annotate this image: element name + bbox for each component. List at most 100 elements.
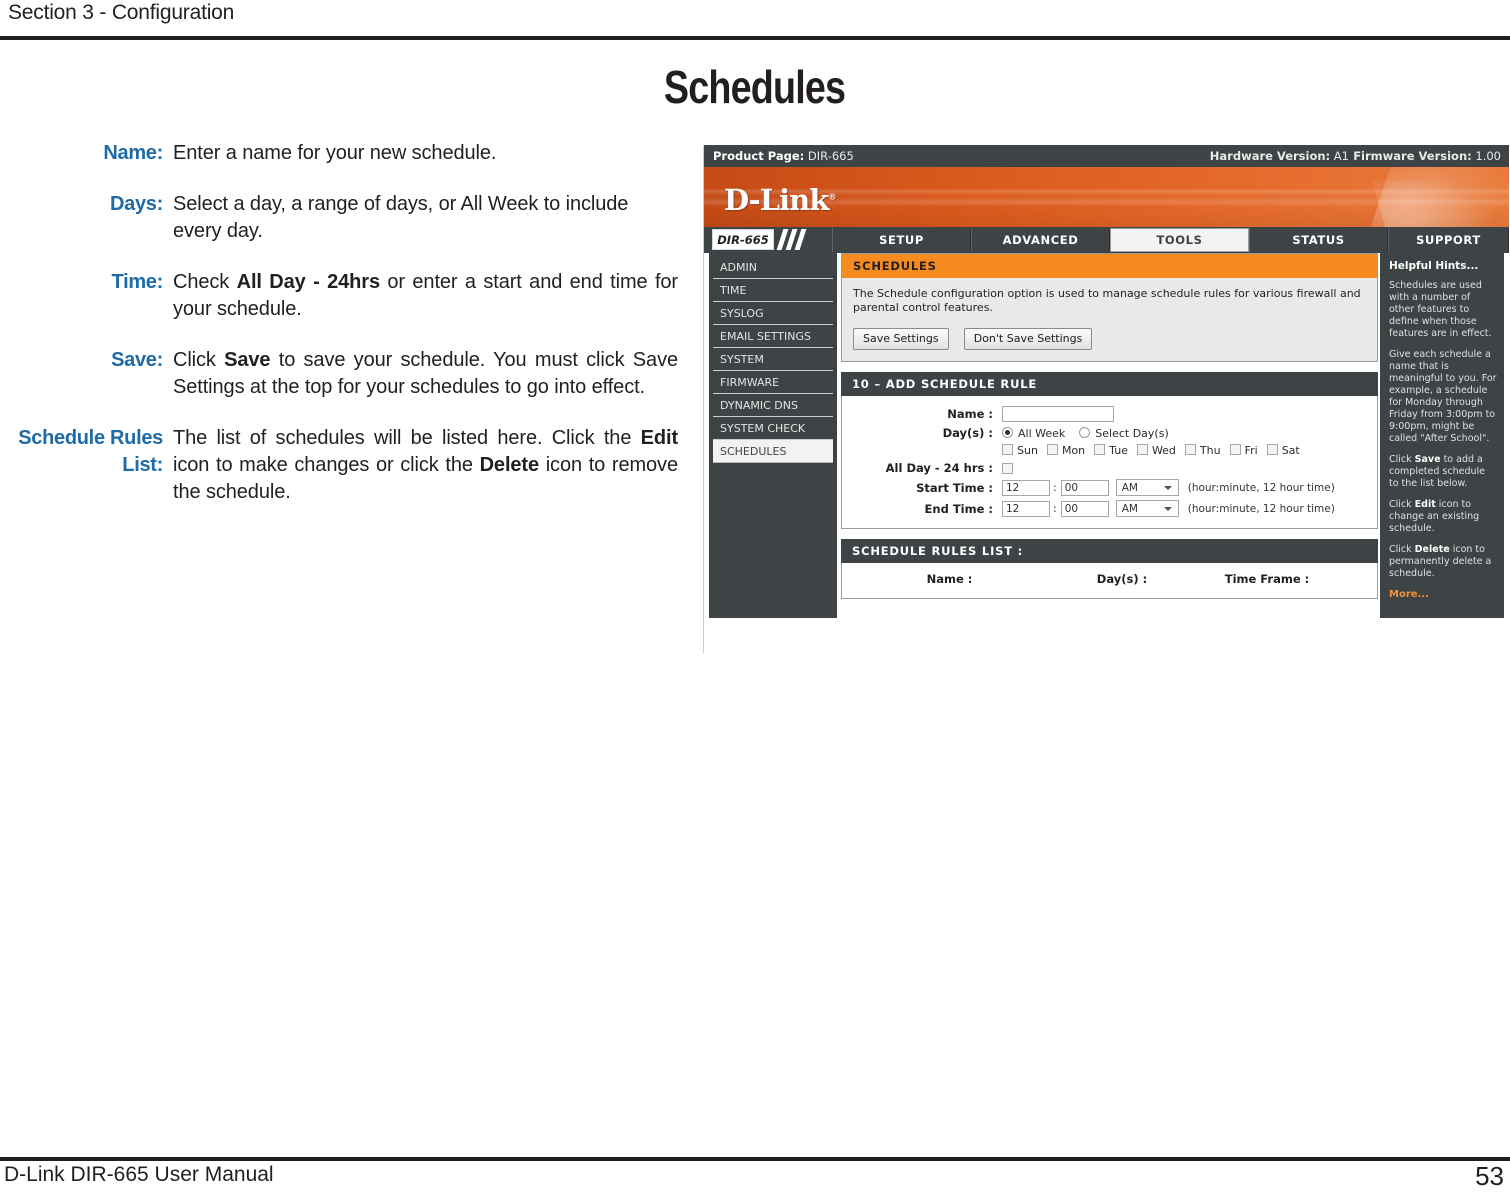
radio-all-week[interactable]: All Week (1002, 426, 1065, 440)
checkbox-thu-icon (1184, 444, 1196, 455)
schedules-panel-description: The Schedule configuration option is use… (853, 287, 1361, 314)
label-line-2: List: (122, 454, 163, 476)
hint-paragraph-2: Give each schedule a name that is meanin… (1389, 349, 1497, 444)
sidebar-item-time[interactable]: TIME (713, 279, 833, 302)
hint-paragraph-3: Click Save to add a completed schedule t… (1389, 454, 1485, 489)
sidebar-item-admin[interactable]: ADMIN (713, 256, 833, 279)
save-bold-save: Save (224, 349, 271, 371)
sidebar-item-email-settings[interactable]: EMAIL SETTINGS (713, 325, 833, 348)
more-link[interactable]: More... (1389, 589, 1497, 601)
schedule-name-input[interactable] (1002, 406, 1114, 422)
sidebar-item-syslog[interactable]: SYSLOG (713, 302, 833, 325)
page-title: Schedules (664, 61, 846, 113)
helpful-hints-panel: Helpful Hints... Schedules are used with… (1380, 253, 1504, 618)
save-settings-button[interactable]: Save Settings (853, 328, 949, 350)
dlink-logo: D-Link® (724, 183, 836, 217)
end-minute-input[interactable]: 00 (1060, 500, 1109, 517)
description-column: Name: Enter a name for your new schedule… (0, 140, 690, 530)
header-divider (0, 36, 1510, 40)
radio-select-days-icon (1079, 426, 1091, 438)
firmware-version-info: Firmware Version: 1.00 (1353, 149, 1501, 163)
description-text-schedule-rules-list: The list of schedules will be listed her… (173, 425, 678, 506)
description-text-name: Enter a name for your new schedule. (173, 142, 497, 164)
description-row-save: Save: Click Save to save your schedule. … (0, 347, 690, 401)
tab-status[interactable]: STATUS (1249, 228, 1388, 252)
column-header-name: Name : (926, 572, 973, 586)
tab-support[interactable]: SUPPORT (1388, 228, 1509, 252)
description-row-name: Name: Enter a name for your new schedule… (0, 140, 690, 167)
end-meridiem-select[interactable]: AM (1115, 500, 1179, 517)
sidebar-item-system[interactable]: SYSTEM (713, 348, 833, 371)
sidebar-item-dynamic-dns[interactable]: DYNAMIC DNS (713, 394, 833, 417)
hint-paragraph-5: Click Delete icon to permanently delete … (1389, 544, 1492, 579)
checkbox-tue-icon (1094, 444, 1106, 455)
router-brand-banner: D-Link® (704, 167, 1509, 227)
start-hour-input[interactable]: 12 (1002, 479, 1050, 496)
add-schedule-rule-heading: 10 – ADD SCHEDULE RULE (841, 372, 1378, 396)
checkbox-sun[interactable]: Sun (1002, 444, 1038, 457)
radio-select-days[interactable]: Select Day(s) (1079, 426, 1169, 440)
radio-all-week-icon (1002, 426, 1013, 438)
router-topbar: Product Page: DIR-665 Hardware Version: … (704, 145, 1509, 167)
tab-advanced[interactable]: ADVANCED (971, 228, 1110, 252)
description-label-name: Name: (103, 142, 163, 164)
firmware-version-value: 1.00 (1471, 149, 1501, 163)
checkbox-fri[interactable]: Fri (1229, 444, 1258, 457)
hint-paragraph-1: Schedules are used with a number of othe… (1389, 280, 1492, 339)
dont-save-settings-button[interactable]: Don't Save Settings (963, 328, 1093, 350)
description-text-save: Click Save to save your schedule. You mu… (173, 347, 678, 401)
schedule-rules-list-header-row: Name : Day(s) : Time Frame : (841, 563, 1378, 599)
sidebar-item-firmware[interactable]: FIRMWARE (713, 371, 833, 394)
footer-divider (0, 1157, 1510, 1161)
footer-page-number: 53 (1475, 1161, 1504, 1191)
checkbox-mon[interactable]: Mon (1046, 444, 1085, 457)
save-text-a: Click (173, 349, 225, 371)
label-line-1: Schedule Rules (18, 427, 163, 449)
banner-swoosh-lower (1371, 181, 1509, 227)
form-row-name: Name : (842, 406, 1377, 422)
schedules-panel: SCHEDULES The Schedule configuration opt… (841, 253, 1378, 362)
end-time-hint: (hour:minute, 12 hour time) (1187, 502, 1335, 515)
form-row-end-time: End Time : 12 : 00 AM (hour:minute, 12 h… (842, 500, 1377, 517)
srl-text-b: icon to make changes or click the (173, 454, 480, 476)
end-hour-input[interactable]: 12 (1002, 500, 1050, 517)
product-page-label: Product Page: (713, 149, 805, 163)
sidebar-item-system-check[interactable]: SYSTEM CHECK (713, 417, 833, 440)
page-header: Section 3 - Configuration (0, 0, 1510, 40)
schedule-rules-list-heading: SCHEDULE RULES LIST : (841, 539, 1378, 563)
model-badge: DIR-665 (712, 229, 774, 250)
sidebar-item-schedules[interactable]: SCHEDULES (713, 440, 833, 463)
all-day-label: All Day - 24 hrs : (885, 461, 993, 475)
section-header: Section 3 - Configuration (8, 1, 235, 24)
checkbox-sat-icon (1266, 444, 1278, 455)
hint-bold-save: Save (1414, 454, 1441, 465)
schedule-rules-list-section: SCHEDULE RULES LIST : Name : Day(s) : Ti… (841, 539, 1378, 599)
all-day-checkbox[interactable] (1002, 462, 1013, 474)
end-time-label: End Time : (924, 501, 993, 516)
checkbox-sat[interactable]: Sat (1266, 444, 1300, 457)
time-bold-allday: All Day - 24hrs (236, 271, 380, 293)
schedules-panel-heading: SCHEDULES (842, 254, 1377, 278)
description-label-days: Days: (110, 193, 163, 215)
chevron-down-icon (1163, 486, 1172, 490)
form-row-day-checkboxes: Sun Mon Tue Wed Thu Fri Sat (842, 444, 1377, 457)
form-row-start-time: Start Time : 12 : 00 AM (hour:minute, 12… (842, 479, 1377, 496)
start-time-label: Start Time : (916, 480, 993, 495)
product-page-value: DIR-665 (804, 149, 854, 163)
start-meridiem-select[interactable]: AM (1115, 479, 1179, 496)
tab-setup[interactable]: SETUP (832, 228, 971, 252)
description-row-days: Days: Select a day, a range of days, or … (0, 191, 690, 245)
hardware-version-value: A1 (1330, 149, 1349, 163)
description-row-schedule-rules-list: Schedule Rules List: The list of schedul… (0, 425, 690, 506)
description-label-schedule-rules-list: Schedule Rules List: (0, 425, 173, 506)
start-minute-input[interactable]: 00 (1060, 479, 1109, 496)
tab-tools[interactable]: TOOLS (1110, 228, 1249, 252)
start-time-separator: : (1053, 481, 1057, 494)
checkbox-wed[interactable]: Wed (1136, 444, 1176, 457)
checkbox-tue[interactable]: Tue (1094, 444, 1128, 457)
checkbox-thu[interactable]: Thu (1184, 444, 1221, 457)
checkbox-sun-icon (1002, 444, 1013, 455)
srl-bold-delete: Delete (479, 454, 540, 476)
page-footer: D-Link DIR-665 User Manual 53 (0, 1161, 1510, 1194)
router-main-content: SCHEDULES The Schedule configuration opt… (841, 253, 1378, 599)
